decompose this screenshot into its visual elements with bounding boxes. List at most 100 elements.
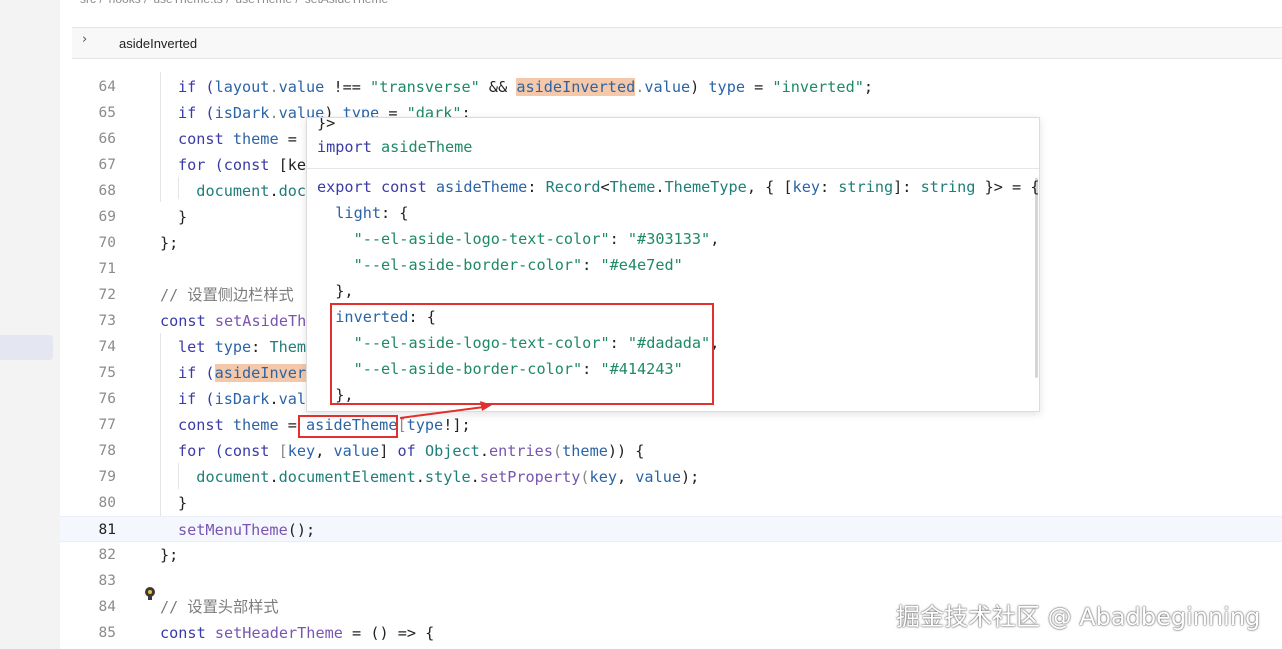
code-token: ) — [690, 78, 709, 96]
line-number: 79 — [98, 469, 116, 485]
code-text: }; — [160, 542, 178, 568]
code-token: , — [315, 442, 334, 460]
code-token: }; — [160, 546, 179, 564]
code-token: Object — [424, 442, 480, 460]
code-token: doc — [278, 182, 307, 200]
code-token: Them — [269, 338, 307, 356]
popup-scrollbar[interactable] — [1035, 178, 1038, 378]
code-token: ]: — [893, 178, 921, 196]
code-token: value — [635, 468, 681, 486]
code-token: const — [178, 130, 233, 148]
chevron-right-icon[interactable]: › — [82, 32, 87, 47]
code-token: }; — [160, 234, 179, 252]
line-number: 66 — [98, 131, 116, 147]
code-text: // 设置头部样式 — [160, 594, 279, 620]
code-token: , { [ — [746, 178, 793, 196]
popup-import-line: import asideTheme — [317, 134, 472, 160]
code-token: . — [415, 468, 425, 486]
code-token: const — [160, 624, 215, 642]
code-line[interactable]: 77 const theme = asideTheme[type!]; — [60, 412, 1282, 438]
code-token: [ke — [278, 156, 307, 174]
code-token: "#e4e7ed" — [600, 256, 683, 274]
code-line[interactable]: 79 document.documentElement.style.setPro… — [60, 464, 1282, 490]
watermark: 掘金技术社区 @ Abadbeginning — [896, 603, 1261, 631]
breadcrumb-item[interactable]: useTheme.ts / — [153, 0, 229, 6]
code-text: for (const [ke — [178, 152, 306, 178]
code-token: string — [920, 178, 976, 196]
breadcrumb-item[interactable]: setAsideTheme — [305, 0, 388, 6]
breadcrumb-item[interactable]: src / — [80, 0, 103, 6]
code-token: !]; — [443, 416, 471, 434]
line-number: 75 — [98, 365, 116, 381]
sidebar-active-item[interactable] — [0, 335, 53, 360]
code-token: , — [616, 468, 636, 486]
code-token: ( — [580, 468, 590, 486]
code-token: < — [600, 178, 610, 196]
line-number: 70 — [98, 235, 116, 251]
code-line[interactable]: 83 — [60, 568, 1282, 594]
code-token: ; — [863, 78, 874, 96]
line-number: 82 — [98, 547, 116, 563]
line-number: 83 — [98, 573, 116, 589]
code-token: "inverted" — [772, 78, 864, 96]
code-token: // 设置头部样式 — [160, 598, 279, 616]
code-token: )) { — [607, 442, 645, 460]
code-token: type — [214, 338, 252, 356]
code-token: setAsideTh — [214, 312, 307, 330]
code-text: const theme = — [178, 126, 297, 152]
code-line[interactable]: 82}; — [60, 542, 1282, 568]
code-token: asideTheme — [435, 178, 528, 196]
code-token: key — [287, 442, 316, 460]
code-line[interactable]: 64 if (layout.value !== "transverse" && a… — [60, 74, 1282, 100]
code-token: asideTheme — [381, 138, 473, 156]
code-text: for (const [key, value] of Object.entrie… — [178, 438, 644, 464]
code-token: [ — [278, 442, 288, 460]
code-token: key — [589, 468, 617, 486]
code-token: . — [479, 442, 489, 460]
code-token: light — [317, 204, 382, 222]
code-text: } — [178, 204, 187, 230]
code-token: value — [644, 78, 691, 96]
code-token: . — [470, 468, 480, 486]
code-token: theme — [232, 130, 279, 148]
code-token: let — [178, 338, 215, 356]
code-token: (); — [287, 521, 316, 539]
code-token: [ — [397, 416, 407, 434]
line-number: 80 — [98, 495, 116, 511]
code-text: if (asideInver — [178, 360, 307, 386]
code-token: isDark — [214, 104, 270, 122]
code-token: key — [792, 178, 820, 196]
code-line[interactable]: 81 setMenuTheme(); — [60, 516, 1282, 542]
code-text: }; — [160, 230, 178, 256]
popup-code-line: }, — [317, 278, 353, 304]
breadcrumb-item[interactable]: useTheme / — [235, 0, 298, 6]
popup-code-line: light: { — [317, 200, 408, 226]
code-text: let type: Them — [178, 334, 306, 360]
breadcrumb-item[interactable]: hooks / — [109, 0, 148, 6]
code-token: val — [278, 390, 307, 408]
find-input[interactable]: asideInverted — [119, 36, 197, 51]
code-token: const — [178, 416, 233, 434]
code-text: setMenuTheme(); — [178, 517, 315, 543]
code-token: entries — [488, 442, 553, 460]
code-token: "transverse" — [370, 78, 480, 96]
code-token: export — [317, 178, 382, 196]
code-line[interactable]: 80} — [60, 490, 1282, 516]
code-token: for ( — [178, 156, 224, 174]
code-token: } — [178, 494, 188, 512]
code-text: const setHeaderTheme = () => { — [160, 620, 434, 646]
popup-code-line: export const asideTheme: Record<Theme.Th… — [317, 174, 1039, 200]
code-token: setMenuTheme — [178, 521, 288, 539]
activity-sidebar — [0, 0, 60, 649]
find-widget[interactable]: › asideInverted — [72, 27, 1282, 59]
code-line[interactable]: 78 for (const [key, value] of Object.entr… — [60, 438, 1282, 464]
code-token: if ( — [178, 390, 215, 408]
breadcrumb: src / hooks / useTheme.ts / useTheme / setAs… — [80, 0, 394, 8]
annotation-box-asidetheme — [298, 415, 398, 438]
code-token: !== — [324, 78, 371, 96]
code-text: if (layout.value !== "transverse" && asi… — [178, 74, 873, 100]
code-token: const — [160, 312, 215, 330]
code-token: : { — [381, 204, 409, 222]
code-token: = () => { — [342, 624, 435, 642]
